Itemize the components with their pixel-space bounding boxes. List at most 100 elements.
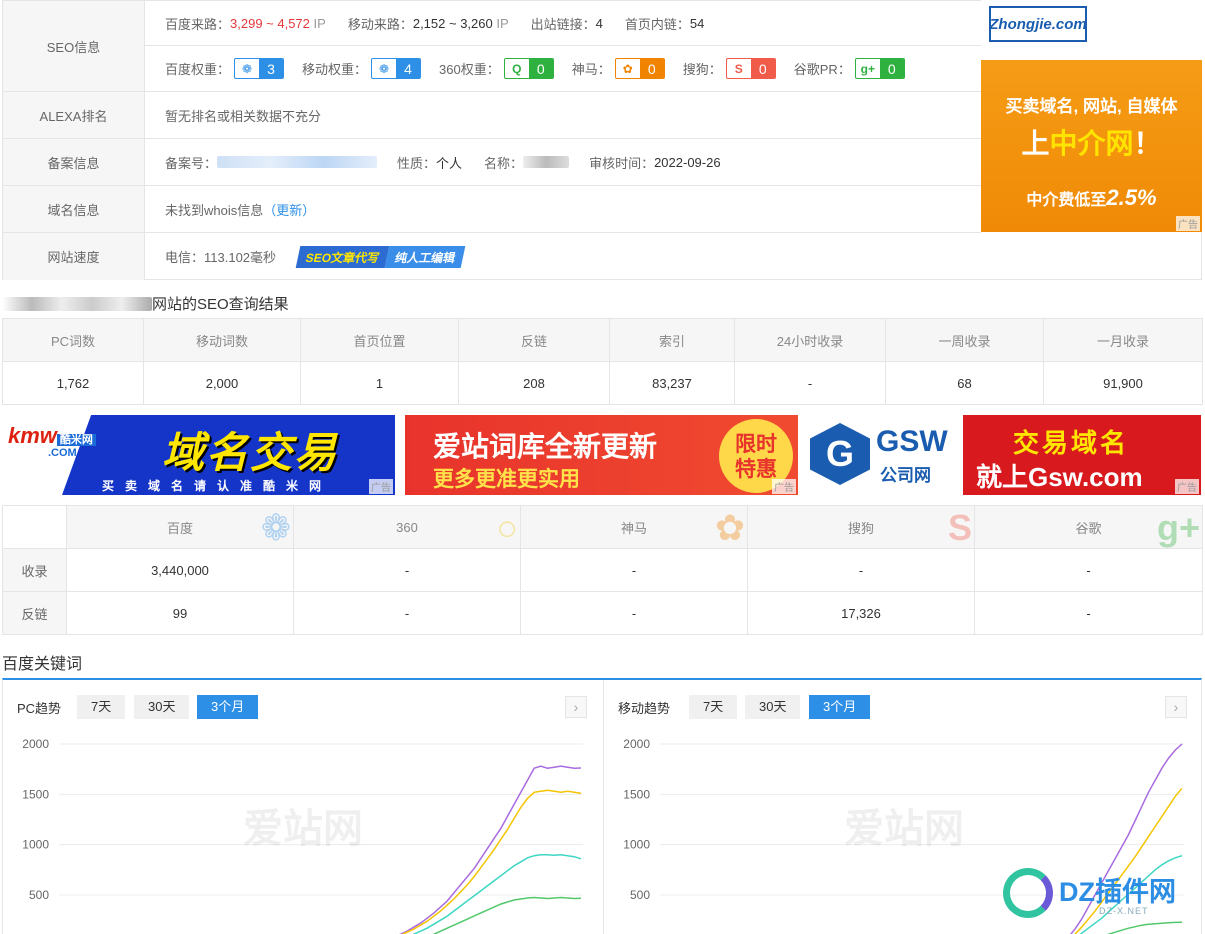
aizhan-ad-headline: 爱站词库全新更新 — [433, 431, 658, 462]
weight-value: 0 — [879, 59, 904, 78]
engine-stats-row-backlinks: 反链 99- -17,326- — [2, 591, 1203, 635]
engine-value-cell[interactable]: - — [520, 591, 748, 635]
kmw-logo: kmw 酷米网 — [8, 423, 96, 449]
beian-no-label: 备案号： — [165, 155, 218, 171]
pc-next-arrow-icon[interactable]: › — [565, 696, 587, 718]
engine-value-cell[interactable]: - — [520, 548, 748, 592]
engine-value-cell[interactable]: 99 — [66, 591, 294, 635]
ad-tag: 广告 — [369, 479, 393, 494]
mobile-next-arrow-icon[interactable]: › — [1165, 696, 1187, 718]
y-tick-label: 2000 — [623, 737, 650, 751]
y-tick-label: 2000 — [22, 737, 49, 751]
outlinks-value[interactable]: 4 — [596, 16, 603, 31]
pc-range-7d-button[interactable]: 7天 — [77, 695, 126, 719]
word-stats-value-cell[interactable]: 68 — [885, 361, 1044, 405]
engine-row-label: 收录 — [2, 548, 67, 592]
domain-redacted — [2, 297, 152, 311]
kmw-logo-cn: 酷米网 — [56, 434, 96, 446]
word-stats-value-cell[interactable]: 83,237 — [609, 361, 735, 405]
pc-range-30d-button[interactable]: 30天 — [134, 695, 190, 719]
inlinks-value[interactable]: 54 — [690, 16, 704, 31]
series-line[interactable] — [59, 853, 582, 934]
engine-value-cell[interactable]: 3,440,000 — [66, 548, 294, 592]
result-title: 网站的SEO查询结果 — [2, 293, 289, 314]
dz-logo-icon — [1003, 868, 1053, 918]
mobile-range-3m-button[interactable]: 3个月 — [809, 695, 871, 719]
baidu-paw-icon: ❁ — [260, 507, 291, 548]
gsw-ad-banner[interactable]: G GSW 公司网 交易域名 就上Gsw.com 广告 — [808, 415, 1201, 495]
engine-header-cell: 谷歌 g+ — [974, 505, 1203, 549]
word-stats-value-cell[interactable]: 91,900 — [1043, 361, 1203, 405]
word-stats-values: 1,762 2,000 1 208 83,237-68 91,900 — [2, 361, 1203, 405]
weight-badge[interactable]: S0 — [725, 58, 776, 79]
engine-value-cell[interactable]: - — [293, 548, 521, 592]
pc-range-3m-button[interactable]: 3个月 — [197, 695, 259, 719]
mobile-range-7d-button[interactable]: 7天 — [689, 695, 738, 719]
engine-name: 神马 — [620, 520, 647, 536]
y-tick-label: 500 — [29, 888, 49, 902]
engine-value-cell[interactable]: - — [974, 548, 1203, 592]
engine-name: 360 — [396, 519, 418, 535]
mobile-traffic-unit: IP — [496, 15, 509, 31]
baidu-traffic-label: 百度来路： — [165, 16, 231, 32]
word-stats-header-cell: PC词数 — [2, 318, 144, 362]
gsw-ad-headline: 交易域名 — [1013, 428, 1130, 458]
word-stats-value-cell[interactable]: 1 — [300, 361, 459, 405]
weight-badge[interactable]: ❁ 4 — [371, 58, 422, 79]
dz-logo-subtext: DZ-X.NET — [1099, 906, 1149, 916]
weight-badge[interactable]: Q0 — [503, 58, 554, 79]
zhongjie-logo: Zhongjie.com — [989, 6, 1087, 42]
gsw-logo-icon: G — [810, 423, 870, 485]
weight-label: 360权重： — [439, 62, 500, 77]
engine-value-cell[interactable]: 17,326 — [747, 591, 975, 635]
baidu-traffic-value: 3,299 ~ 4,572 — [230, 15, 310, 31]
gsw-logo-text: GSW — [876, 425, 948, 458]
zhongjie-ad-line1: 买卖域名, 网站, 自媒体 — [1005, 97, 1178, 116]
zhongjie-ad-line3: 中介费低至2.5% — [981, 185, 1202, 211]
dz-logo-text: DZ插件网 — [1059, 877, 1176, 907]
series-line[interactable] — [59, 896, 582, 934]
ad-tag: 广告 — [1175, 479, 1199, 494]
weight-badge[interactable]: ❁ 3 — [234, 58, 285, 79]
ad-tag: 广告 — [1176, 216, 1200, 231]
weight-label: 移动权重： — [302, 62, 368, 77]
word-stats-value-cell[interactable]: 208 — [458, 361, 610, 405]
weight-badge[interactable]: ✿ 0 — [614, 58, 665, 79]
zhongjie-line3-b: 2.5% — [1106, 185, 1157, 210]
beian-values: 备案号： 性质： 个人 名称： 审核时间： 2022-09-26 — [145, 139, 981, 185]
engine-value-cell[interactable]: - — [293, 591, 521, 635]
ad-tag: 广告 — [772, 479, 796, 494]
keywords-title: 百度关键词 — [2, 656, 83, 673]
360-icon: Q — [512, 61, 522, 76]
alexa-value: 暂无排名或相关数据不充分 — [165, 108, 322, 124]
seo-writing-ad-banner[interactable]: SEO文章代写 纯人工编辑 — [295, 245, 466, 268]
engine-stats-table: 百度 ❁ 360 ○ 神马 ✿ 搜狗 S 谷歌 g+ 收录 3,440,000- - - - 反链 99- -… — [2, 505, 1203, 635]
engine-stats-header: 百度 ❁ 360 ○ 神马 ✿ 搜狗 S 谷歌 g+ — [2, 505, 1203, 549]
mobile-range-30d-button[interactable]: 30天 — [745, 695, 801, 719]
zhongjie-line2-b: 中介网 — [1049, 128, 1134, 159]
inlinks-label: 首页内链： — [624, 16, 690, 32]
pc-trend-chart: 2000 1500 1000 500 爱站网 — [22, 737, 583, 934]
engine-value-cell[interactable]: - — [747, 548, 975, 592]
word-stats-value-cell[interactable]: - — [734, 361, 886, 405]
weight-badge[interactable]: g+ 0 — [854, 58, 905, 79]
speed-row: 网站速度 电信：113.102毫秒 SEO文章代写 纯人工编辑 — [3, 233, 1201, 280]
weight-value: 0 — [750, 59, 775, 78]
whois-update-link[interactable]: （更新） — [263, 200, 315, 219]
word-stats-value-cell[interactable]: 2,000 — [143, 361, 301, 405]
engine-value-cell[interactable]: - — [974, 591, 1203, 635]
word-stats-value-cell[interactable]: 1,762 — [2, 361, 144, 405]
gsw-logo-cn: 公司网 — [880, 466, 931, 485]
whois-values: 未找到whois信息 （更新） — [145, 186, 981, 232]
sogou-icon: S — [734, 61, 743, 76]
speed-label: 网站速度 — [3, 233, 145, 280]
kmw-logo-com: .COM — [48, 447, 77, 459]
kmw-ad-banner[interactable]: kmw 酷米网 .COM 域名交易 买卖域名请认准酷米网 广告 — [2, 415, 395, 495]
engine-header-cell: 百度 ❁ — [66, 505, 294, 549]
aizhan-ad-banner[interactable]: 爱站词库全新更新 更多更准更实用 限时特惠 广告 — [405, 415, 798, 495]
aizhan-watermark: 爱站网 — [844, 806, 964, 852]
google-plus-icon: g+ — [1156, 507, 1200, 548]
zhongjie-ad[interactable]: Zhongjie.com 买卖域名, 网站, 自媒体 上中介网！ 中介费低至2.… — [981, 0, 1202, 232]
word-stats-table: PC词数 移动词数 首页位置 反链 索引 24小时收录 一周收录 一月收录 1,762 2,00… — [2, 318, 1203, 405]
kmw-logo-text: kmw — [8, 423, 57, 448]
